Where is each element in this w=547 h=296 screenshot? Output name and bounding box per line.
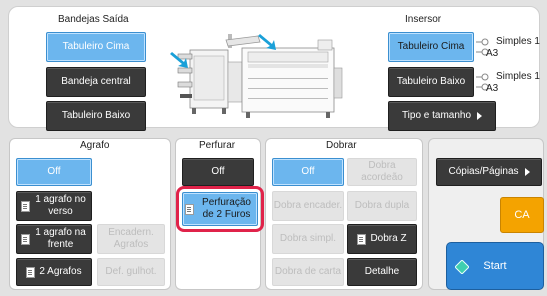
staple-two-label: 2 Agrafos [39,266,82,277]
punch-title: Perfurar [199,140,236,151]
staple-one-front-label: 1 agrafo na frente [35,227,86,250]
copies-pages-button[interactable]: Cópias/Páginas [436,158,542,186]
selection-highlight [176,186,264,232]
staple-one-front-button[interactable]: 1 agrafo na frente [16,224,92,254]
fold-z-icon [357,233,367,245]
inserter-tray-top-button[interactable]: Tabuleiro Cima [388,32,474,62]
arrow-right-icon [477,112,483,120]
paper-size-1: A3 [486,48,499,59]
punch-off-button[interactable]: Off [182,158,254,186]
staple-off-button[interactable]: Off [16,158,92,186]
staple-one-back-label: 1 agrafo no verso [35,194,86,217]
finishing-screen: Bandejas Saída Tabuleiro Cima Bandeja ce… [0,0,547,296]
fold-double-button: Dobra dupla [347,191,417,221]
start-label: Start [483,260,507,272]
staple-front-icon [20,233,30,245]
copies-pages-label: Cópias/Páginas [448,166,519,177]
fold-letter-button: Dobra de carta [272,258,344,286]
fold-single-button: Dobra simpl. [272,224,344,254]
staple-gutter-button: Def. gulhot. [97,258,165,286]
inserter-arrow-icon [258,34,276,50]
output-tray-center-button[interactable]: Bandeja central [46,67,146,97]
output-trays-title: Bandejas Saída [58,14,129,25]
staple-two-button[interactable]: 2 Agrafos [16,258,92,286]
staple-saddle-button: Encadern. Agrafos [97,224,165,254]
fold-off-button[interactable]: Off [272,158,344,186]
start-button[interactable]: Start [446,242,544,290]
clear-all-button[interactable]: CA [500,197,544,233]
fold-z-button[interactable]: Dobra Z [347,224,417,254]
staple-title: Agrafo [80,140,110,151]
arrow-right-icon [524,168,530,176]
staple-two-icon [26,266,36,278]
fold-gate-button: Dobra encader. [272,191,344,221]
paper-size-2: A3 [486,83,499,94]
inserter-title: Insersor [405,14,442,25]
staple-one-back-button[interactable]: 1 agrafo no verso [16,191,92,221]
fold-z-label: Dobra Z [370,233,407,244]
start-icon [455,260,469,274]
inserter-tray-bottom-button[interactable]: Tabuleiro Baixo [388,67,474,97]
staple-back-icon [20,200,30,212]
fold-accordion-button: Dobra acordeão [347,158,417,186]
output-tray-bottom-button[interactable]: Tabuleiro Baixo [46,101,146,131]
fold-detail-button[interactable]: Detalhe [347,258,417,286]
fold-title: Dobrar [326,140,357,151]
paper-type-1: Simples 1 [496,36,540,47]
output-tray-top-button[interactable]: Tabuleiro Cima [46,32,146,62]
paper-type-2: Simples 1 [496,71,540,82]
type-size-label: Tipo e tamanho [401,110,472,121]
type-size-button[interactable]: Tipo e tamanho [388,101,496,131]
output-tray-arrow-icon [170,52,188,68]
